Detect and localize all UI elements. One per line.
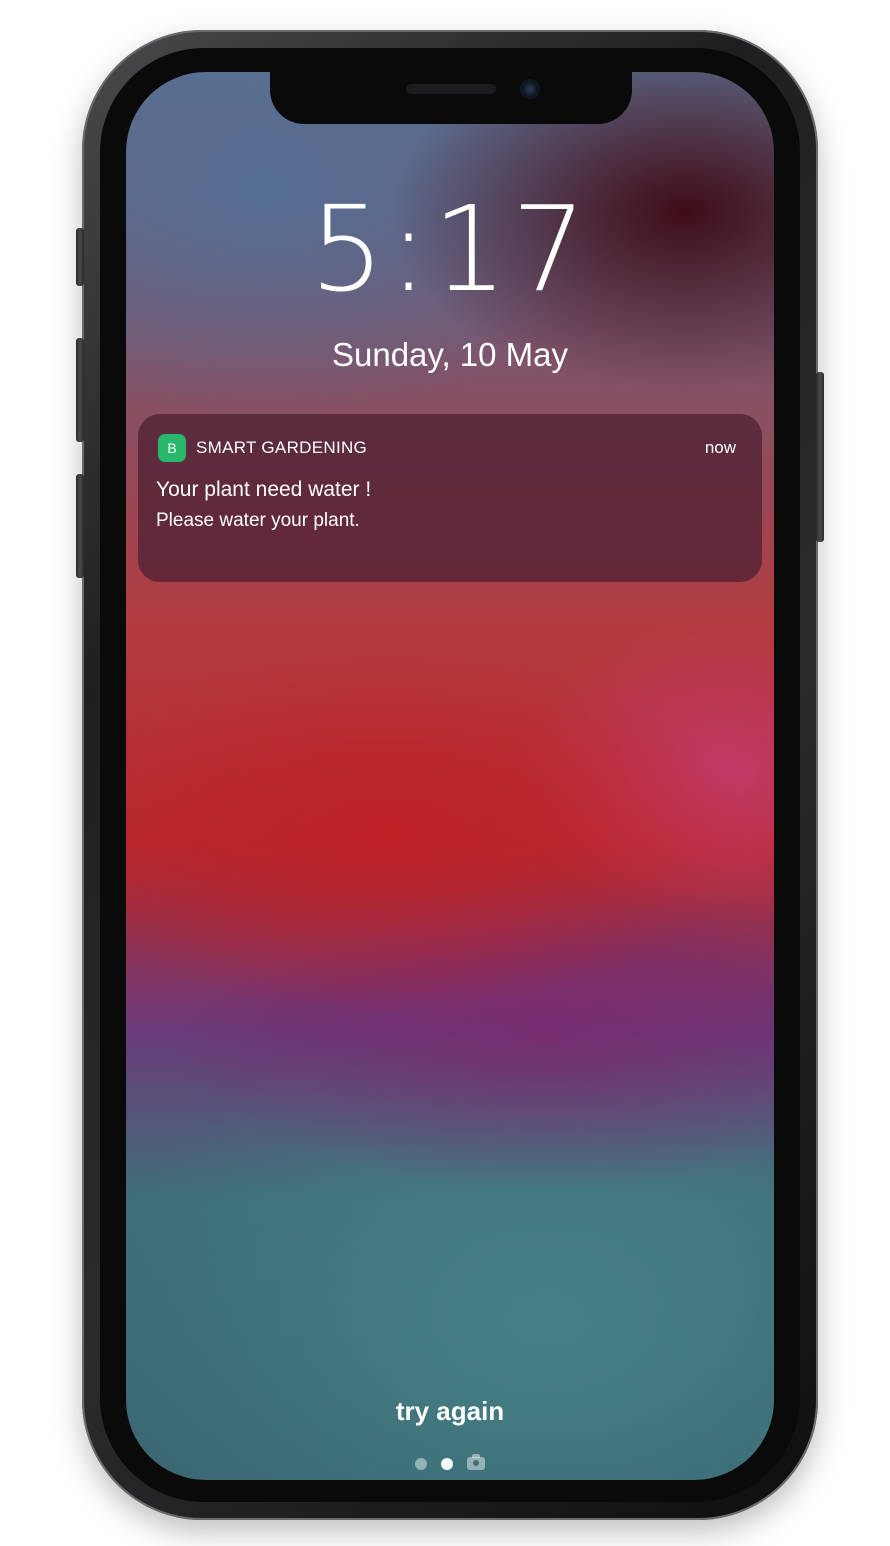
- power-button: [816, 372, 824, 542]
- page-dot-2-active[interactable]: [441, 1457, 453, 1470]
- camera-icon[interactable]: [467, 1454, 485, 1470]
- try-again-prompt[interactable]: try again: [126, 1396, 774, 1427]
- volume-up-button: [76, 338, 84, 442]
- page-indicator: [126, 1454, 774, 1472]
- notification-app-name: SMART GARDENING: [196, 438, 368, 457]
- speaker-grille: [406, 84, 496, 94]
- volume-down-button: [76, 474, 84, 578]
- front-camera-icon: [520, 79, 540, 99]
- notification-card[interactable]: B SMART GARDENING now Your plant need wa…: [138, 414, 762, 582]
- notch: [270, 72, 632, 124]
- lock-screen-date: Sunday, 10 May: [331, 336, 569, 373]
- silent-switch: [76, 228, 84, 286]
- lock-screen: 5:17 Sunday, 10 May B SMART GARDENING no…: [126, 72, 774, 1480]
- lock-screen-clock: 5:17: [309, 180, 591, 318]
- page-dot-1[interactable]: [415, 1457, 427, 1470]
- notification-body: Please water your plant.: [156, 510, 360, 531]
- notification-title: Your plant need water !: [156, 478, 372, 501]
- notification-time: now: [704, 438, 736, 457]
- smart-gardening-app-icon: B: [158, 434, 186, 462]
